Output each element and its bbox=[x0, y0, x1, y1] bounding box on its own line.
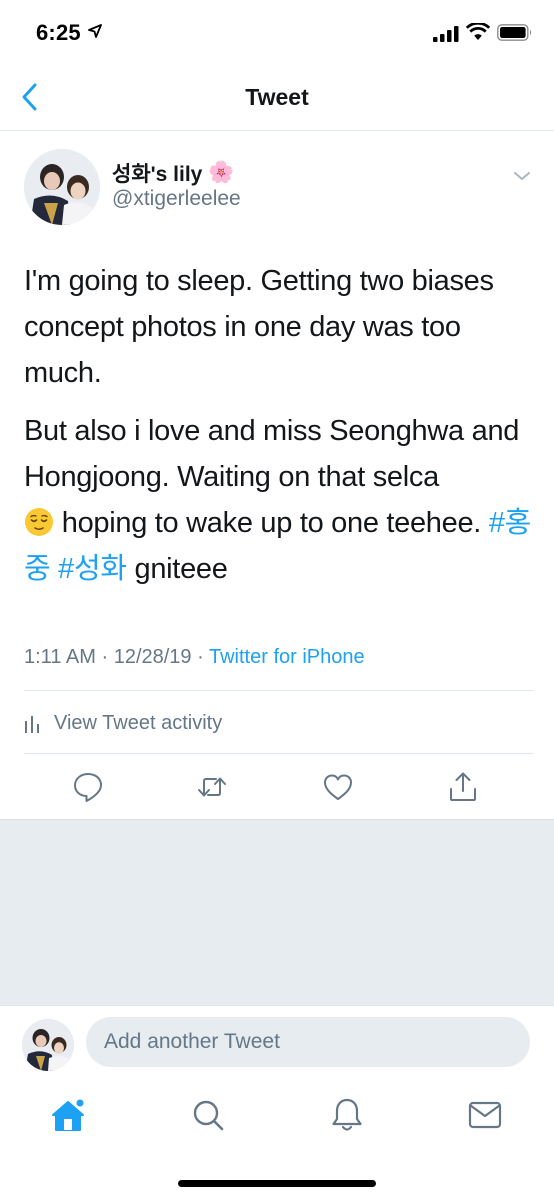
avatar-image bbox=[22, 1019, 74, 1071]
location-arrow-icon bbox=[88, 24, 102, 38]
tab-bar bbox=[0, 1081, 554, 1200]
tweet-date: 12/28/19 bbox=[113, 646, 192, 668]
nav-bar: Tweet bbox=[0, 64, 554, 131]
tweet-text-span: gniteee bbox=[126, 553, 228, 585]
divider bbox=[24, 753, 534, 754]
cellular-signal-icon bbox=[433, 26, 459, 42]
author-name: 성화's lily bbox=[112, 163, 203, 186]
tweet-source-link[interactable]: Twitter for iPhone bbox=[209, 646, 365, 668]
messages-icon[interactable] bbox=[465, 1095, 505, 1135]
view-tweet-activity-label: View Tweet activity bbox=[54, 711, 223, 734]
status-time: 6:25 bbox=[36, 20, 81, 45]
tweet-text-span: hoping to wake up to one teehee. bbox=[54, 507, 489, 539]
tweet-actions bbox=[0, 770, 554, 806]
wifi-icon bbox=[466, 23, 490, 40]
tweet-metadata: 1:11 AM · 12/28/19 · Twitter for iPhone bbox=[24, 646, 365, 669]
retweet-icon[interactable] bbox=[195, 770, 229, 804]
tweet-time: 1:11 AM bbox=[24, 646, 96, 668]
hashtag-link[interactable]: #성화 bbox=[58, 553, 127, 585]
avatar-image bbox=[24, 149, 100, 225]
cherry-blossom-emoji: 🌸 bbox=[208, 161, 235, 184]
home-indicator bbox=[178, 1180, 376, 1187]
analytics-bars-icon bbox=[25, 716, 39, 733]
reply-composer: Add another Tweet bbox=[0, 1005, 554, 1081]
tweet-text-span: But also i love and miss Seonghwa and Ho… bbox=[24, 415, 520, 493]
page-title: Tweet bbox=[245, 84, 309, 110]
chevron-down-icon[interactable] bbox=[510, 166, 534, 186]
view-tweet-activity-button[interactable]: View Tweet activity bbox=[24, 708, 222, 738]
share-icon[interactable] bbox=[446, 770, 480, 804]
tweet-paragraph: I'm going to sleep. Getting two biases c… bbox=[24, 265, 494, 389]
like-icon[interactable] bbox=[321, 770, 355, 804]
meta-separator: · bbox=[197, 646, 204, 668]
home-icon[interactable] bbox=[48, 1095, 88, 1135]
notifications-icon[interactable] bbox=[327, 1095, 367, 1135]
empty-replies-area bbox=[0, 819, 554, 1005]
battery-icon bbox=[497, 24, 532, 41]
search-icon[interactable] bbox=[188, 1095, 228, 1135]
add-another-tweet-input[interactable]: Add another Tweet bbox=[86, 1017, 530, 1067]
reply-icon[interactable] bbox=[71, 770, 105, 804]
divider bbox=[24, 690, 534, 691]
user-avatar[interactable] bbox=[22, 1019, 74, 1071]
tweet-text: I'm going to sleep. Getting two biases c… bbox=[24, 258, 534, 604]
author-handle[interactable]: @xtigerleelee bbox=[112, 187, 241, 211]
author-name-row[interactable]: 성화's lily 🌸 bbox=[112, 158, 235, 188]
relieved-face-emoji-icon bbox=[25, 508, 53, 536]
status-bar: 6:25 bbox=[0, 0, 554, 64]
author-avatar[interactable] bbox=[24, 149, 100, 225]
tweet-paragraph: But also i love and miss Seonghwa and Ho… bbox=[24, 408, 534, 592]
meta-separator: · bbox=[101, 646, 109, 668]
